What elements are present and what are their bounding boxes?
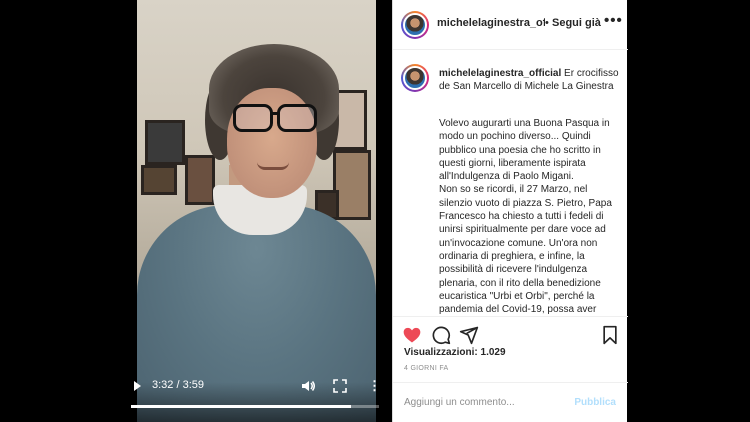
volume-icon[interactable] bbox=[300, 378, 316, 394]
glasses-bridge bbox=[271, 112, 279, 115]
caption-username[interactable]: michelelaginestra_official bbox=[439, 68, 561, 79]
glasses-lens-right bbox=[277, 104, 317, 132]
post-description: Volevo augurarti una Buona Pasqua in modo… bbox=[439, 117, 620, 316]
post-description-line: unirsi spiritualmente per dare voce ad bbox=[439, 224, 606, 236]
share-icon[interactable] bbox=[459, 325, 479, 345]
post-description-line: ordinaria di preghiera, e infine, la bbox=[439, 250, 585, 262]
heart-icon[interactable] bbox=[402, 325, 422, 345]
post-header: michelelaginestra_offici • Segui già ••• bbox=[393, 0, 628, 50]
more-horizontal-icon[interactable]: ••• bbox=[604, 12, 623, 29]
more-vertical-icon[interactable]: ⋮ bbox=[368, 378, 381, 394]
avatar[interactable] bbox=[401, 64, 429, 92]
caption: michelelaginestra_official Er crocifisso… bbox=[439, 67, 620, 93]
post-description-line: Non so se ricordi, il 27 Marzo, nel bbox=[439, 184, 588, 196]
comment-icon[interactable] bbox=[431, 325, 451, 345]
glasses-lens-left bbox=[233, 104, 273, 132]
fullscreen-icon[interactable] bbox=[333, 379, 347, 393]
post-side-panel: michelelaginestra_offici • Segui già •••… bbox=[392, 0, 628, 422]
post-description-line: eucaristica "Urbi et Orbi", perché la bbox=[439, 290, 595, 302]
post-description-line: Francesco ha chiesto a tutti i fedeli di bbox=[439, 211, 604, 223]
wall-picture bbox=[145, 120, 185, 165]
wall-picture bbox=[185, 155, 215, 205]
comment-box: Aggiungi un commento... Pubblica bbox=[393, 382, 628, 422]
video-progress-bar[interactable] bbox=[131, 405, 379, 408]
wall-picture bbox=[141, 165, 177, 195]
publish-button[interactable]: Pubblica bbox=[574, 397, 616, 408]
post-description-line: all'Indulgenza di Paolo Migani. bbox=[439, 171, 574, 183]
post-description-line: plenaria, con il rito della benedizione bbox=[439, 277, 601, 289]
post-caption-area: michelelaginestra_official Er crocifisso… bbox=[393, 51, 628, 316]
avatar[interactable] bbox=[401, 11, 429, 39]
bookmark-icon[interactable] bbox=[600, 325, 620, 345]
post-description-line: pandemia del Covid-19, possa aver bbox=[439, 304, 597, 316]
separator-dot: • bbox=[545, 17, 549, 29]
post-description-line: pubblico una poesia che ho scritto in bbox=[439, 144, 601, 156]
views-value: 1.029 bbox=[480, 347, 506, 358]
post-timestamp: 4 GIORNI FA bbox=[404, 365, 449, 372]
views-label: Visualizzazioni: bbox=[404, 347, 478, 358]
video-progress-fill bbox=[131, 405, 351, 408]
post-description-line: Volevo augurarti una Buona Pasqua in bbox=[439, 118, 610, 129]
post-description-line: silenzio vuoto di piazza S. Pietro, Papa bbox=[439, 197, 612, 209]
post-description-line: possibilità di ricevere l'indulgenza bbox=[439, 264, 588, 276]
following-button[interactable]: Segui già bbox=[552, 17, 601, 29]
video-time: 3:32 / 3:59 bbox=[152, 379, 204, 391]
post-description-line: modo un pochino diverso... Quindi bbox=[439, 131, 591, 143]
play-icon[interactable] bbox=[134, 381, 141, 391]
post-username[interactable]: michelelaginestra_offici bbox=[437, 17, 545, 29]
post-description-line: questi giorni, liberamente ispirata bbox=[439, 157, 586, 169]
instagram-post-view: 3:32 / 3:59 ⋮ michelelaginestra_offici •… bbox=[0, 0, 750, 422]
comment-input[interactable]: Aggiungi un commento... bbox=[404, 397, 515, 408]
post-description-line: un'invocazione comune. Un'ora non bbox=[439, 237, 598, 249]
view-count: Visualizzazioni: 1.029 bbox=[404, 347, 506, 358]
video-player[interactable] bbox=[137, 0, 376, 422]
person-mouth bbox=[257, 162, 289, 170]
